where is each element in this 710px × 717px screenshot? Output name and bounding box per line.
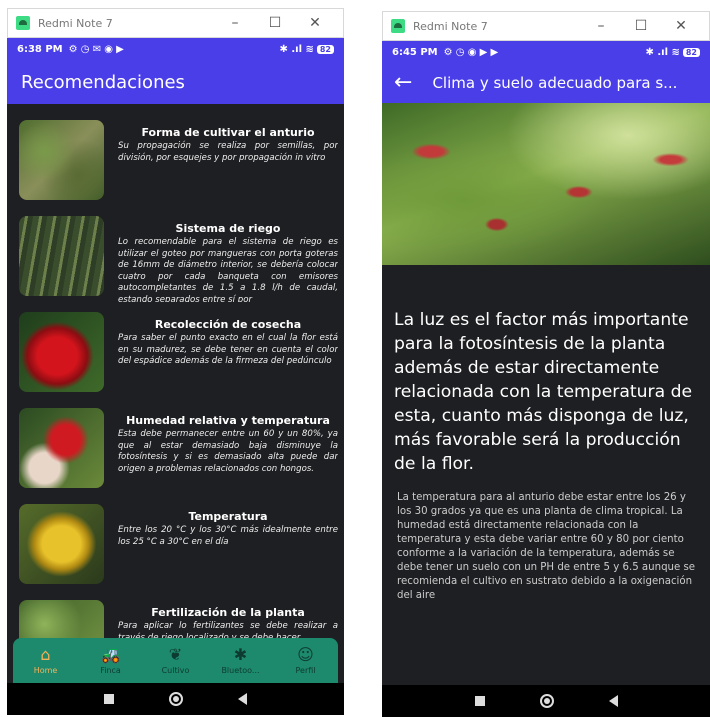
nav-label: Cultivo: [161, 666, 190, 675]
signal-icons: ✱ .ıl ≋: [645, 46, 680, 58]
item-description: Para aplicar lo fertilizantes se debe re…: [118, 621, 338, 639]
battery-icon: 82: [316, 44, 334, 54]
system-nav-bar: [382, 685, 710, 717]
item-image: [19, 216, 104, 296]
nav-perfil[interactable]: ☺ Perfil: [273, 638, 338, 683]
android-app-icon: [16, 16, 30, 30]
maximize-button[interactable]: ☐: [621, 18, 661, 34]
list-item[interactable]: Fertilización de la planta Para aplicar l…: [19, 600, 338, 639]
nav-finca[interactable]: 🚜 Finca: [78, 638, 143, 683]
home-button[interactable]: [169, 692, 183, 706]
list-item[interactable]: Humedad relativa y temperatura Esta debe …: [19, 408, 338, 494]
signal-icons: ✱ .ıl ≋: [279, 43, 314, 55]
lead-paragraph: La luz es el factor más importante para …: [394, 310, 693, 474]
back-button[interactable]: [238, 693, 247, 705]
maximize-button[interactable]: ☐: [255, 15, 295, 31]
recommendations-list[interactable]: Forma de cultivar el anturio Su propagaci…: [7, 104, 344, 639]
bottom-navigation: ⌂ Home 🚜 Finca ❦ Cultivo ✱ Bluetoo... ☺ …: [13, 638, 338, 683]
item-description: Para saber el punto exacto en el cual la…: [118, 333, 338, 366]
status-bar: 6:38 PM ⚙ ◷ ✉ ◉ ▶ ✱ .ıl ≋ 82: [7, 38, 344, 60]
window-titlebar: Redmi Note 7 – ☐ ✕: [7, 8, 344, 38]
close-button[interactable]: ✕: [661, 18, 701, 34]
phone-window-recomendaciones: Redmi Note 7 – ☐ ✕ 6:38 PM ⚙ ◷ ✉ ◉ ▶ ✱ .…: [7, 8, 344, 715]
page-title: Clima y suelo adecuado para s...: [432, 74, 678, 92]
item-description: Su propagación se realiza por semillas, …: [118, 141, 338, 163]
item-description: Esta debe permanecer entre un 60 y un 80…: [118, 429, 338, 474]
body-paragraph: La temperatura para al anturio debe esta…: [397, 492, 696, 601]
window-titlebar: Redmi Note 7 – ☐ ✕: [382, 11, 710, 41]
phone-window-detail: Redmi Note 7 – ☐ ✕ 6:45 PM ⚙ ◷ ◉ ▶ ▶ ✱ .…: [382, 11, 710, 717]
nav-home[interactable]: ⌂ Home: [13, 638, 78, 683]
item-image: [19, 408, 104, 488]
window-title: Redmi Note 7: [413, 19, 488, 33]
nav-label: Home: [33, 666, 58, 675]
item-description: Entre los 20 °C y los 30°C más idealment…: [118, 525, 338, 547]
home-button[interactable]: [539, 694, 554, 708]
item-title: Forma de cultivar el anturio: [141, 126, 315, 139]
anthurium-plants-image: [382, 103, 710, 265]
tractor-icon: 🚜: [100, 645, 121, 664]
app-bar: Recomendaciones: [7, 60, 344, 104]
profile-icon: ☺: [297, 645, 314, 664]
app-bar: ← Clima y suelo adecuado para s...: [382, 63, 710, 103]
nav-bluetooth[interactable]: ✱ Bluetoo...: [208, 638, 273, 683]
item-title: Recolección de cosecha: [154, 318, 302, 331]
status-time: 6:45 PM: [392, 46, 438, 58]
back-button[interactable]: [608, 695, 618, 707]
status-icons: ⚙ ◷ ✉ ◉ ▶: [68, 43, 124, 55]
recents-button[interactable]: [474, 696, 485, 706]
item-image: [19, 504, 104, 584]
list-item[interactable]: Forma de cultivar el anturio Su propagaci…: [19, 120, 338, 206]
item-image: [19, 600, 104, 639]
nav-label: Finca: [100, 666, 121, 675]
recents-button[interactable]: [104, 694, 114, 704]
item-title: Sistema de riego: [175, 222, 281, 235]
home-icon: ⌂: [40, 645, 51, 664]
nav-cultivo[interactable]: ❦ Cultivo: [143, 638, 208, 683]
system-nav-bar: [7, 683, 344, 715]
status-time: 6:38 PM: [17, 43, 63, 55]
item-title: Fertilización de la planta: [151, 606, 305, 619]
leaf-icon: ❦: [168, 645, 183, 664]
item-image: [19, 120, 104, 200]
item-image: [19, 312, 104, 392]
list-item[interactable]: Sistema de riego Lo recomendable para el …: [19, 216, 338, 302]
detail-content: La luz es el factor más importante para …: [382, 308, 710, 603]
bluetooth-icon: ✱: [233, 645, 248, 664]
battery-icon: 82: [682, 47, 700, 57]
window-title: Redmi Note 7: [38, 16, 113, 30]
nav-label: Perfil: [295, 666, 316, 675]
list-item[interactable]: Temperatura Entre los 20 °C y los 30°C má…: [19, 504, 338, 590]
android-app-icon: [391, 19, 405, 33]
status-icons: ⚙ ◷ ◉ ▶ ▶: [443, 46, 499, 58]
nav-label: Bluetoo...: [221, 666, 260, 675]
item-description: Lo recomendable para el sistema de riego…: [118, 237, 338, 302]
back-arrow-icon[interactable]: ←: [394, 72, 412, 94]
status-bar: 6:45 PM ⚙ ◷ ◉ ▶ ▶ ✱ .ıl ≋ 82: [382, 41, 710, 63]
page-title: Recomendaciones: [21, 71, 185, 93]
list-item[interactable]: Recolección de cosecha Para saber el punt…: [19, 312, 338, 398]
minimize-button[interactable]: –: [581, 18, 621, 34]
minimize-button[interactable]: –: [215, 15, 255, 31]
item-title: Temperatura: [188, 510, 268, 523]
close-button[interactable]: ✕: [295, 15, 335, 31]
item-title: Humedad relativa y temperatura: [126, 414, 330, 427]
